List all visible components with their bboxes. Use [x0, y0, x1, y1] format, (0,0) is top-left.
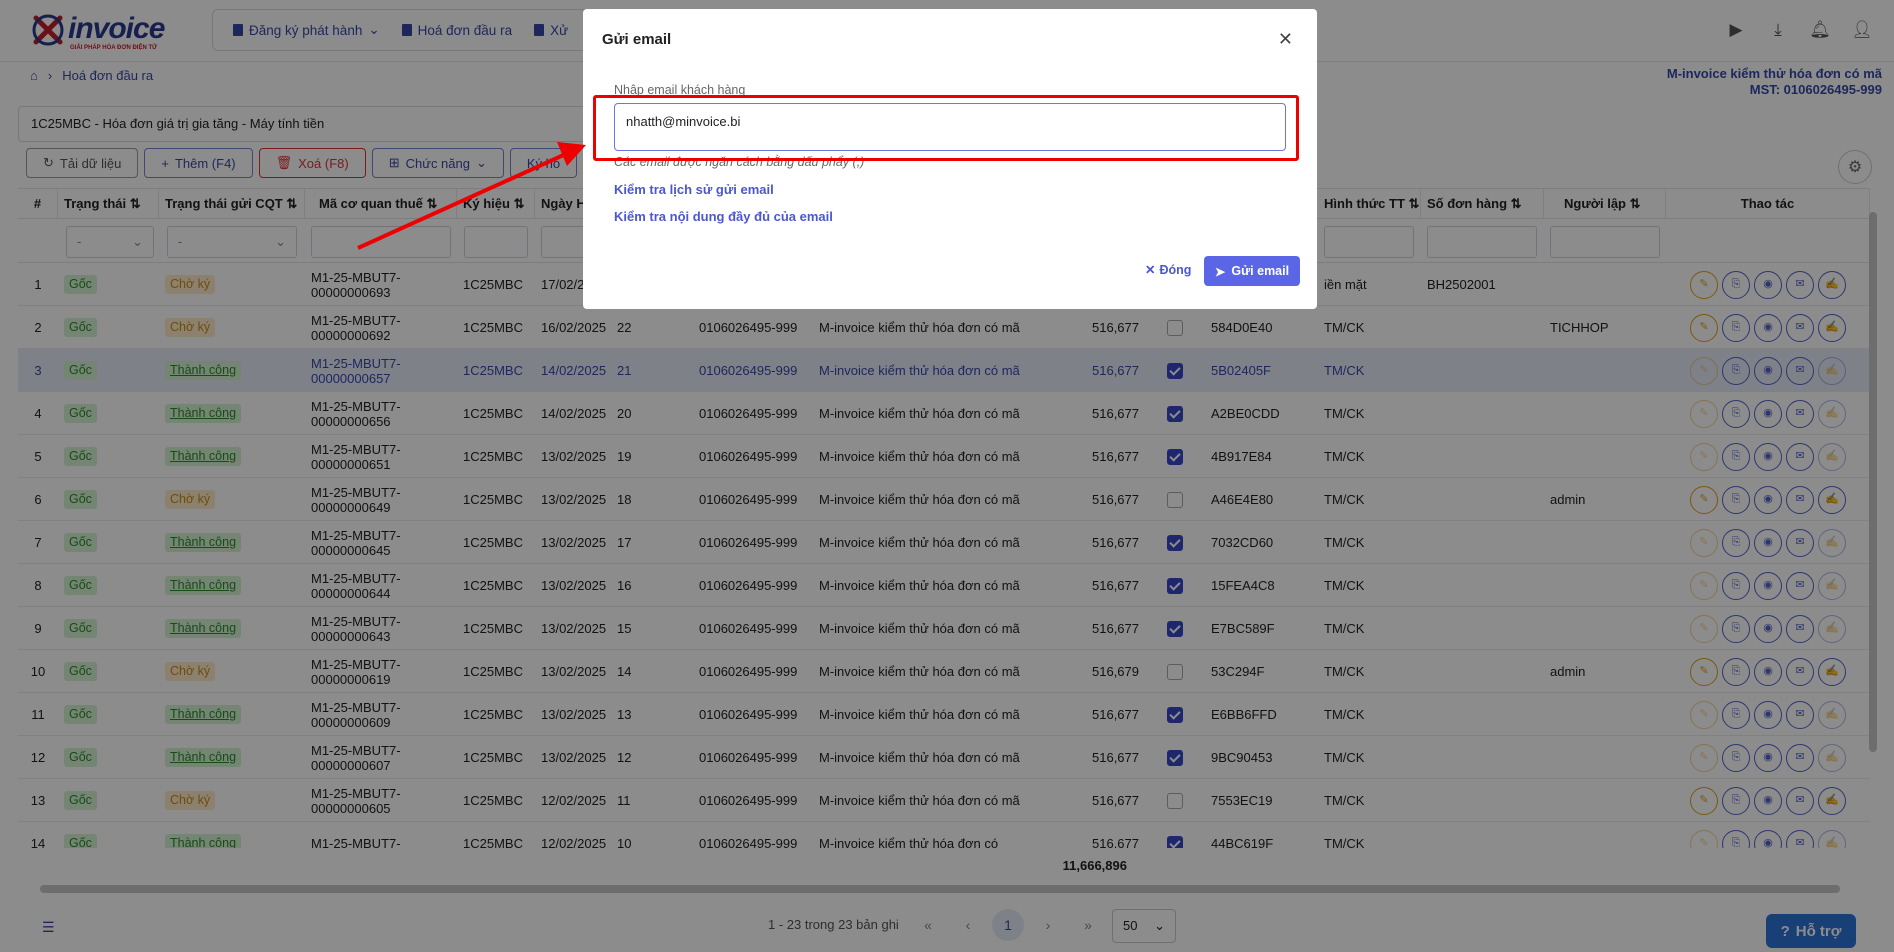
modal-title: Gửi email	[602, 31, 672, 48]
close-icon: ✕	[1145, 263, 1156, 277]
send-icon: ➤	[1214, 264, 1226, 279]
cancel-label: Đóng	[1159, 262, 1192, 277]
email-content-link[interactable]: Kiểm tra nội dung đầy đủ của email	[614, 209, 833, 224]
send-email-button[interactable]: ➤ Gửi email	[1204, 256, 1300, 286]
highlight-box	[593, 95, 1299, 161]
close-icon[interactable]: ✕	[1278, 29, 1293, 50]
cancel-button[interactable]: ✕ Đóng	[1145, 262, 1192, 278]
send-label: Gửi email	[1231, 264, 1290, 278]
email-history-link[interactable]: Kiểm tra lịch sử gửi email	[614, 182, 774, 197]
